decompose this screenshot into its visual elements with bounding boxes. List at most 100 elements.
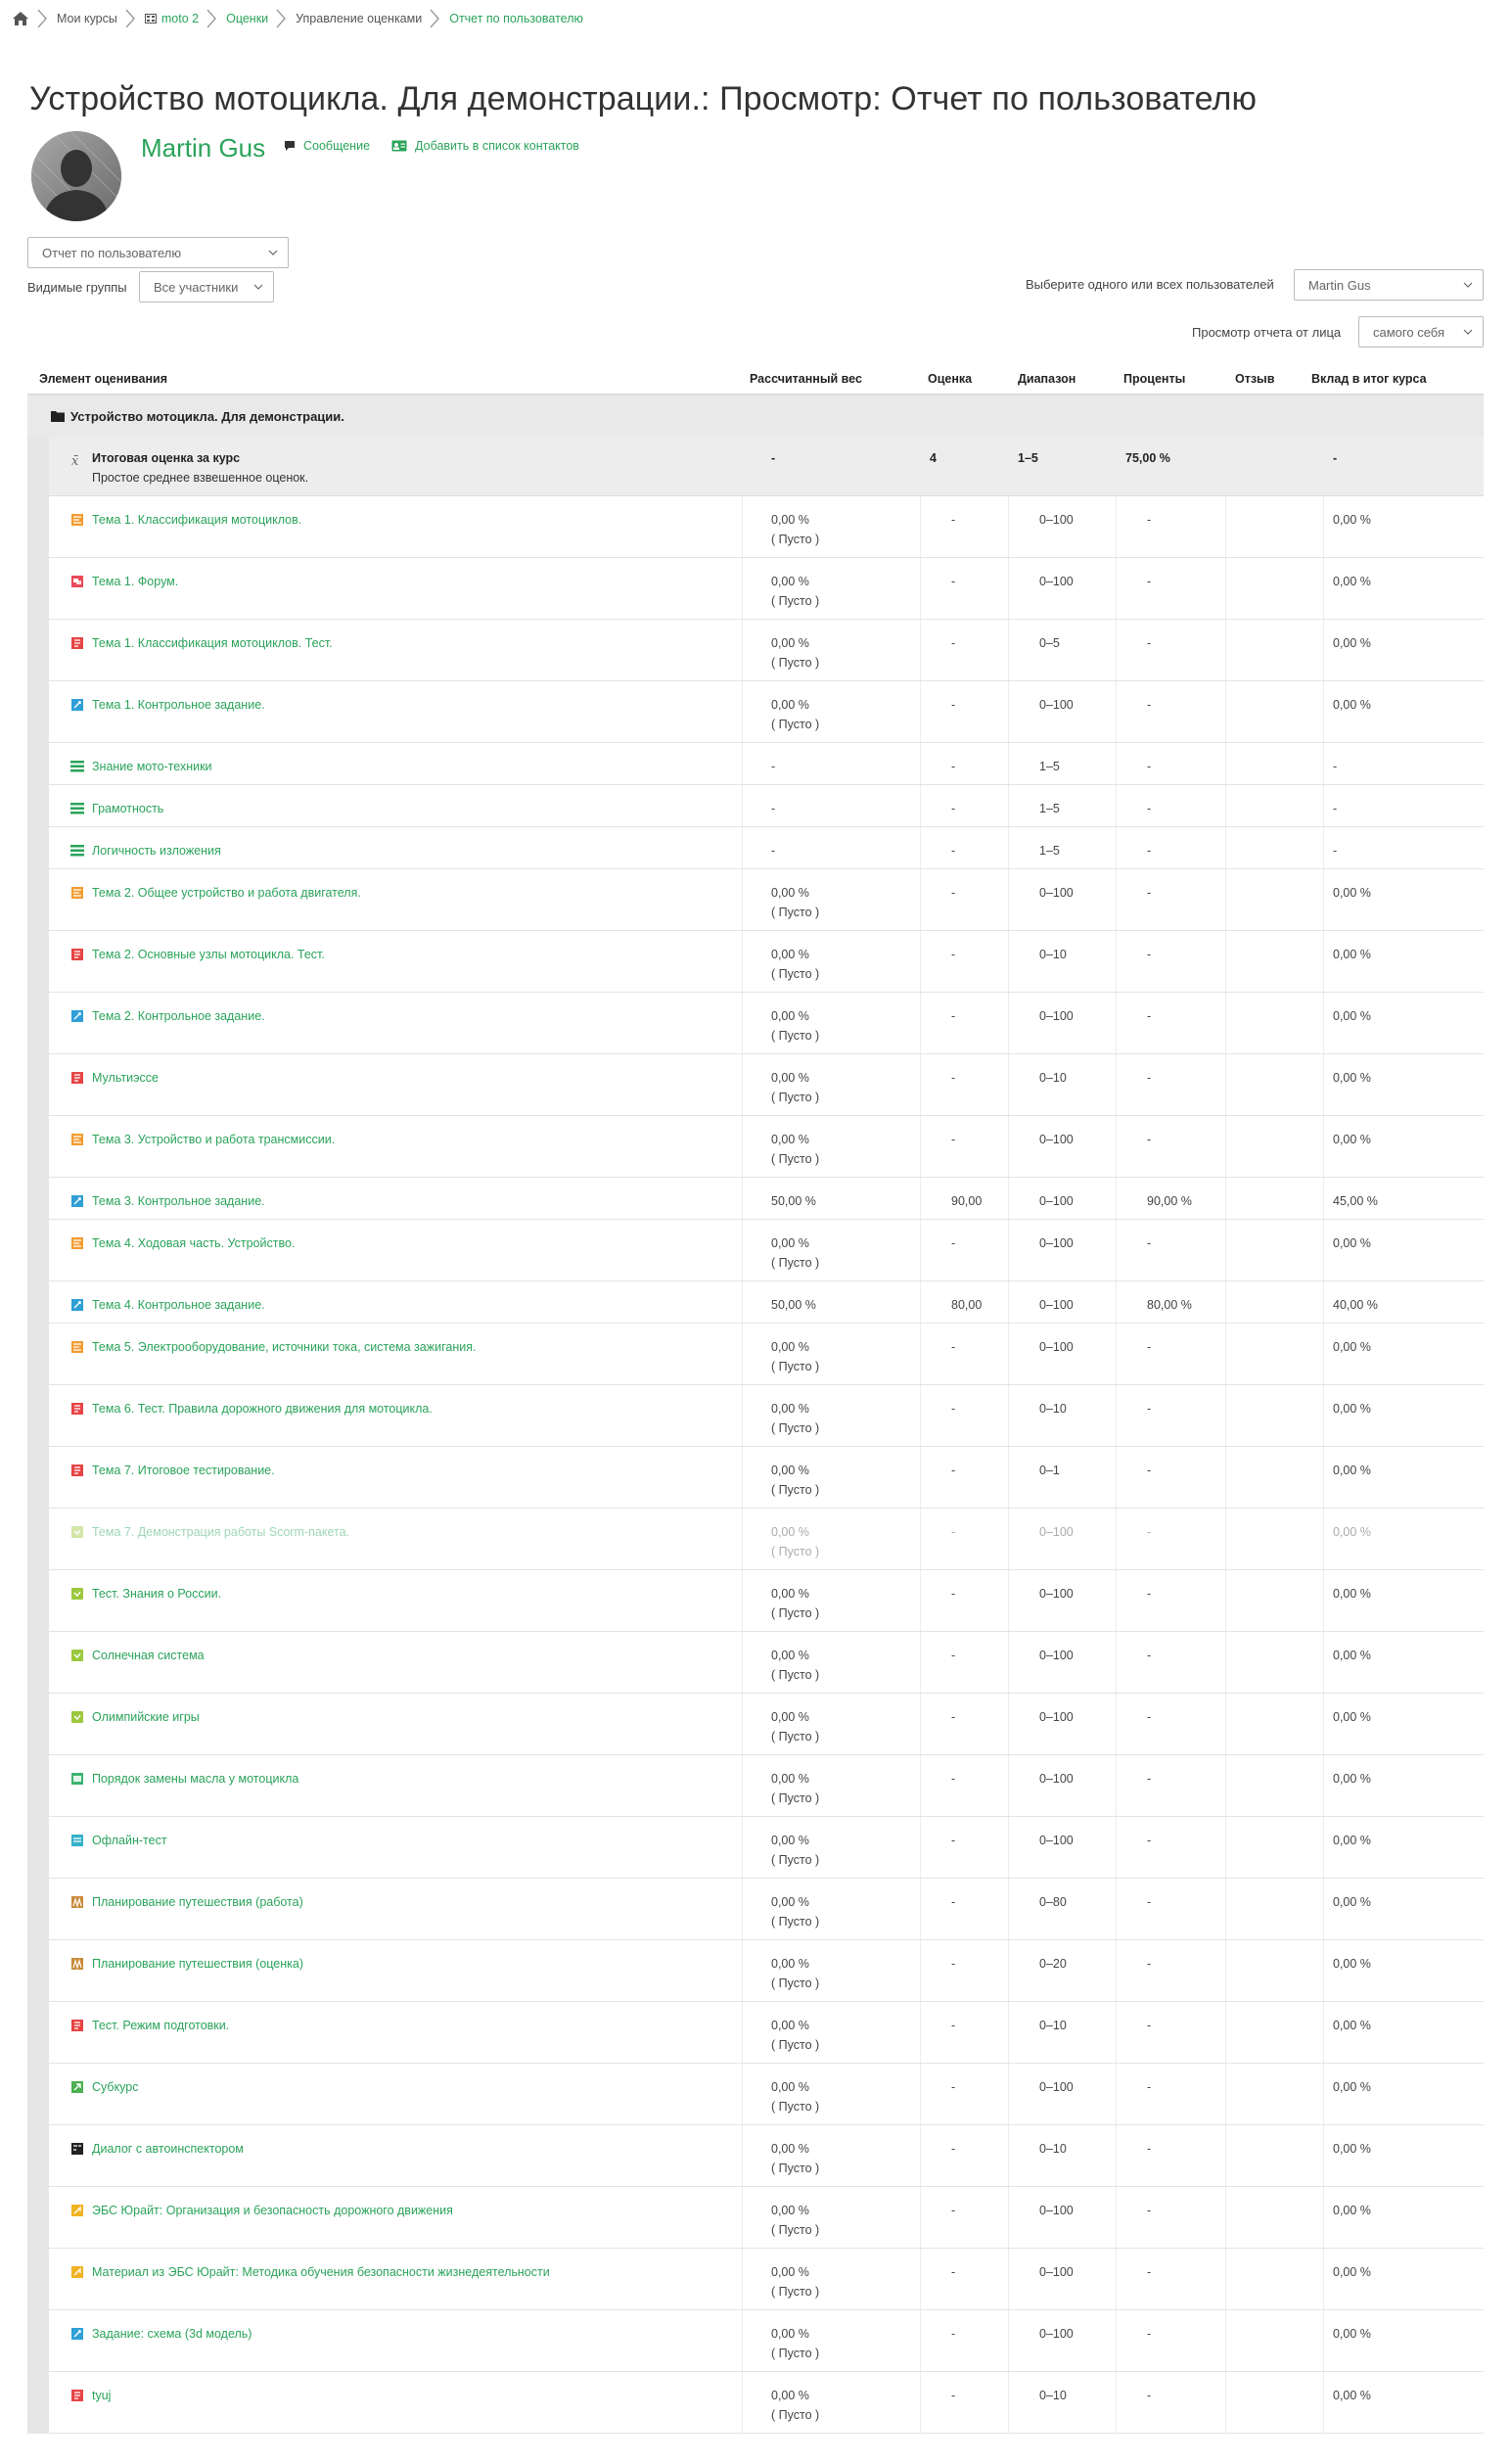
table-row: Тема 1. Контрольное задание. 0,00 % ( Пуст… [49, 681, 1484, 743]
grade-item-link[interactable]: Олимпийские игры [92, 1710, 200, 1724]
grade-cell: - [951, 802, 956, 815]
grade-item-link[interactable]: Знание мото-техники [92, 760, 212, 773]
grade-item-link[interactable]: Тема 1. Контрольное задание. [92, 698, 265, 712]
percent-cell: - [1147, 1649, 1152, 1662]
user-name[interactable]: Martin Gus [141, 133, 265, 163]
table-row: Субкурс 0,00 % ( Пусто ) - 0–100 - 0,00 % [49, 2064, 1484, 2125]
percent-cell: - [1147, 2142, 1152, 2156]
range-cell: 0–100 [1039, 1772, 1074, 1786]
workshop-icon [71, 1896, 83, 1909]
grade-item-link[interactable]: Тест. Режим подготовки. [92, 2019, 229, 2032]
quiz-icon [71, 2020, 83, 2031]
breadcrumb-course[interactable]: moto 2 [144, 12, 199, 25]
message-button[interactable]: Сообщение [284, 139, 370, 153]
column-divider [1008, 2187, 1009, 2248]
grade-item-link[interactable]: Тема 7. Итоговое тестирование. [92, 1464, 275, 1477]
weight-empty-note: ( Пусто ) [771, 1853, 820, 1867]
column-divider [1008, 2372, 1009, 2433]
grade-item-link[interactable]: Солнечная система [92, 1649, 205, 1662]
percent-cell: - [1147, 1133, 1152, 1146]
grade-item-link[interactable]: Мультиэссе [92, 1071, 159, 1085]
grade-item-link[interactable]: Тема 1. Классификация мотоциклов. Тест. [92, 636, 333, 650]
column-divider [1116, 2310, 1117, 2371]
weight-cell: 0,00 % [771, 575, 809, 588]
column-divider [1225, 1632, 1226, 1693]
ebs-icon [71, 2205, 83, 2216]
range-cell: 0–80 [1039, 1895, 1067, 1909]
header-feedback[interactable]: Отзыв [1235, 372, 1274, 386]
contribution-cell: 0,00 % [1333, 698, 1371, 712]
percent-cell: - [1147, 2327, 1152, 2341]
percent-cell: - [1147, 1340, 1152, 1354]
grade-item-link[interactable]: Тема 4. Ходовая часть. Устройство. [92, 1236, 295, 1250]
grade-item-link[interactable]: Планирование путешествия (работа) [92, 1895, 303, 1909]
grade-item-link[interactable]: Офлайн-тест [92, 1834, 167, 1847]
chevron-right-icon [125, 9, 135, 28]
grade-item-link[interactable]: Тема 2. Контрольное задание. [92, 1009, 265, 1023]
grade-cell: - [951, 2142, 956, 2156]
grade-item-link[interactable]: Материал из ЭБС Юрайт: Методика обучения… [92, 2265, 550, 2279]
weight-cell: 0,00 % [771, 1649, 809, 1662]
percent-cell: - [1147, 1834, 1152, 1847]
breadcrumb-user-report[interactable]: Отчет по пользователю [449, 12, 583, 25]
home-icon[interactable] [12, 11, 29, 26]
grade-item-link[interactable]: Тест. Знания о России. [92, 1587, 221, 1601]
report-type-select[interactable]: Отчет по пользователю [27, 237, 289, 268]
column-divider [920, 1755, 921, 1816]
grade-item-link[interactable]: Тема 7. Демонстрация работы Scorm-пакета… [92, 1525, 349, 1539]
percent-cell: - [1147, 1957, 1152, 1971]
column-divider [1225, 2372, 1226, 2433]
header-range[interactable]: Диапазон [1018, 372, 1076, 386]
add-contact-button[interactable]: Добавить в список контактов [391, 139, 579, 153]
grade-item-link[interactable]: Тема 1. Форум. [92, 575, 178, 588]
quiz-icon [71, 2390, 83, 2401]
header-grade[interactable]: Оценка [928, 372, 972, 386]
grade-item-link[interactable]: Планирование путешествия (оценка) [92, 1957, 303, 1971]
groups-select[interactable]: Все участники [139, 271, 274, 302]
user-select[interactable]: Martin Gus [1294, 269, 1484, 301]
view-as-select[interactable]: самого себя [1358, 316, 1484, 348]
grade-item-link[interactable]: Задание: схема (3d модель) [92, 2327, 252, 2341]
breadcrumb-grades[interactable]: Оценки [226, 12, 268, 25]
grade-item-link[interactable]: ЭБС Юрайт: Организация и безопасность до… [92, 2204, 453, 2217]
column-divider [1225, 1116, 1226, 1177]
grade-item-link[interactable]: Тема 3. Устройство и работа трансмиссии. [92, 1133, 335, 1146]
column-divider [1008, 1447, 1009, 1508]
weight-cell: 50,00 % [771, 1194, 816, 1208]
grade-item-link[interactable]: Диалог с автоинспектором [92, 2142, 244, 2156]
column-divider [920, 827, 921, 868]
grade-item-link[interactable]: Тема 5. Электрооборудование, источники т… [92, 1340, 476, 1354]
avatar[interactable] [31, 131, 121, 221]
grade-item-link[interactable]: tyuj [92, 2389, 111, 2402]
groups-label: Видимые группы [27, 280, 127, 295]
range-cell: 0–100 [1039, 1710, 1074, 1724]
table-row: Олимпийские игры 0,00 % ( Пусто ) - 0–100 - 0,… [49, 1694, 1484, 1755]
header-weight[interactable]: Рассчитанный вес [750, 372, 862, 386]
grade-item-link[interactable]: Грамотность [92, 802, 163, 815]
column-divider [742, 620, 743, 680]
header-item[interactable]: Элемент оценивания [39, 372, 167, 386]
breadcrumb-my-courses[interactable]: Мои курсы [57, 12, 117, 25]
grade-item-link[interactable]: Тема 4. Контрольное задание. [92, 1298, 265, 1312]
grade-item-link[interactable]: Тема 2. Общее устройство и работа двигат… [92, 886, 361, 900]
column-divider [1323, 681, 1324, 742]
column-divider [742, 2002, 743, 2063]
header-percent[interactable]: Проценты [1123, 372, 1185, 386]
user-actions: Сообщение Добавить в список контактов [284, 139, 601, 153]
percent-cell: - [1147, 2080, 1152, 2094]
column-divider [742, 2310, 743, 2371]
header-contribution[interactable]: Вклад в итог курса [1311, 372, 1427, 386]
weight-cell: 0,00 % [771, 1834, 809, 1847]
grade-item-link[interactable]: Тема 1. Классификация мотоциклов. [92, 513, 301, 527]
grade-item-link[interactable]: Тема 3. Контрольное задание. [92, 1194, 265, 1208]
column-divider [1008, 1281, 1009, 1323]
column-divider [1225, 2310, 1226, 2371]
grade-item-link[interactable]: Тема 2. Основные узлы мотоцикла. Тест. [92, 948, 325, 961]
range-cell: 0–100 [1039, 1009, 1074, 1023]
grade-item-link[interactable]: Субкурс [92, 2080, 139, 2094]
grade-item-link[interactable]: Порядок замены масла у мотоцикла [92, 1772, 298, 1786]
column-divider [1116, 931, 1117, 992]
column-divider [1323, 1178, 1324, 1219]
grade-item-link[interactable]: Логичность изложения [92, 844, 221, 858]
grade-item-link[interactable]: Тема 6. Тест. Правила дорожного движения… [92, 1402, 433, 1416]
